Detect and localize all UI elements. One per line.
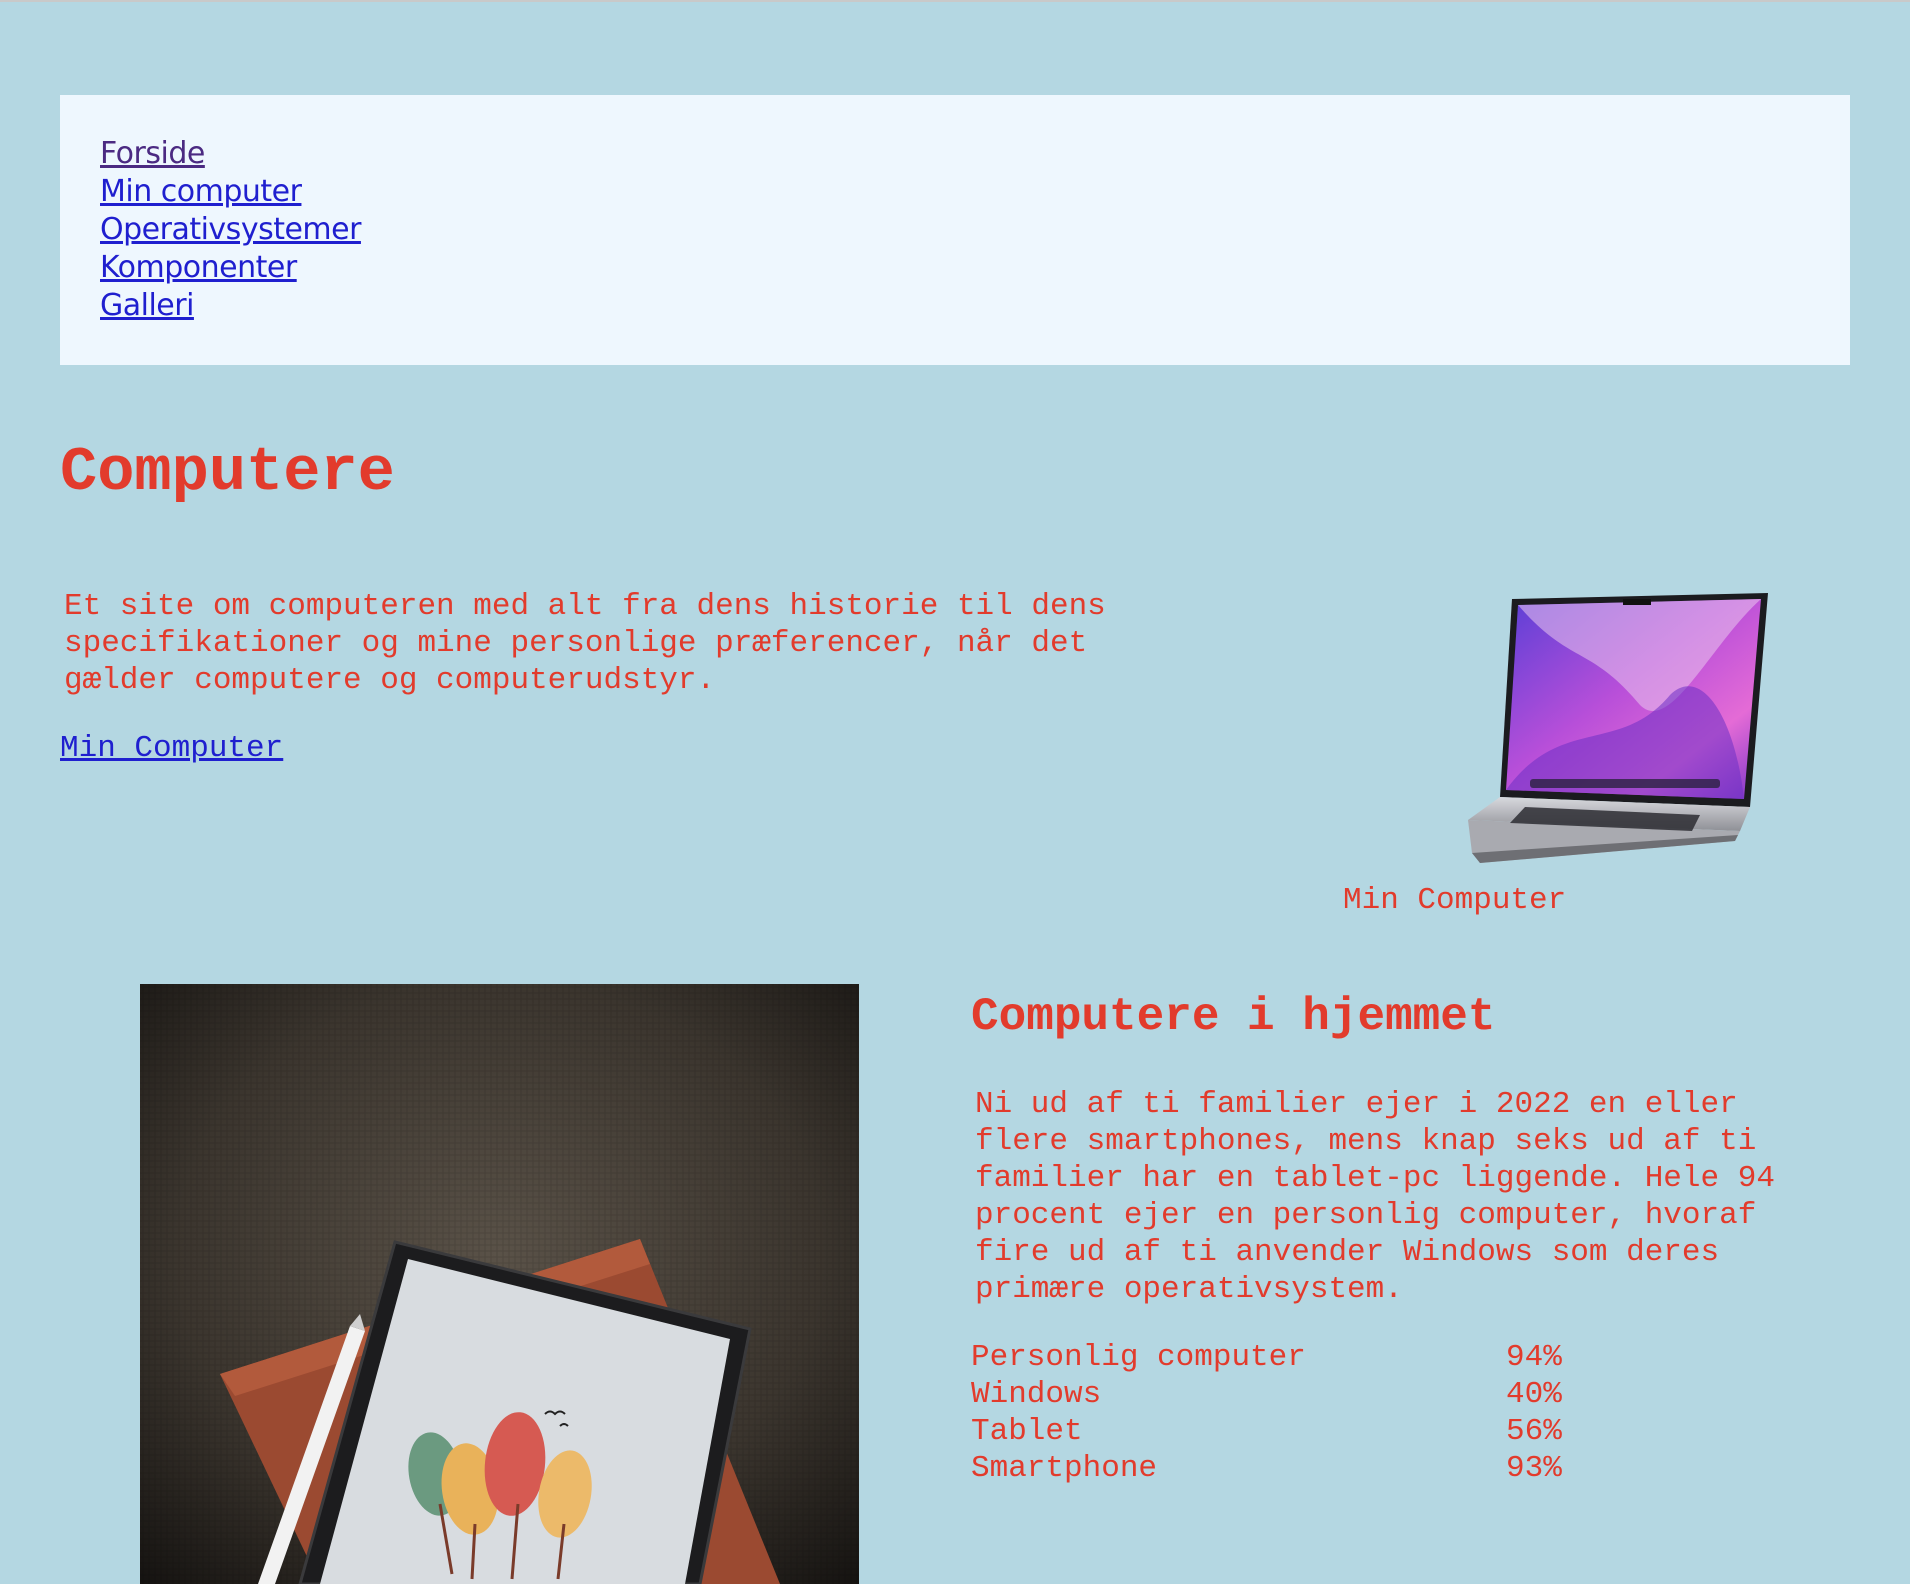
nav-item-min-computer: Min computer [100, 173, 1850, 211]
stat-value: 94% [1506, 1340, 1562, 1375]
section-paragraph: Ni ud af ti familier ejer i 2022 en elle… [975, 1087, 1775, 1307]
section-title: Computere i hjemmet [971, 991, 1496, 1043]
nav-link-min-computer[interactable]: Min computer [100, 174, 302, 209]
nav-list: Forside Min computer Operativsystemer Ko… [60, 95, 1850, 325]
stat-label: Tablet [971, 1414, 1083, 1449]
min-computer-link[interactable]: Min Computer [60, 730, 283, 767]
nav-link-operativsystemer[interactable]: Operativsystemer [100, 212, 361, 247]
stats-table: Personlig computer 94% Windows 40% Table… [971, 1339, 1586, 1487]
intro-paragraph: Et site om computeren med alt fra dens h… [64, 589, 1106, 698]
main-navigation: Forside Min computer Operativsystemer Ko… [60, 95, 1850, 365]
tablet-photo [140, 984, 859, 1584]
laptop-caption: Min Computer [1343, 883, 1567, 918]
tablet-image [140, 984, 859, 1584]
stat-label: Smartphone [971, 1451, 1158, 1486]
nav-item-galleri: Galleri [100, 287, 1850, 325]
stat-label: Personlig computer [971, 1340, 1306, 1375]
table-row: Smartphone 93% [971, 1450, 1586, 1487]
stat-value: 93% [1506, 1451, 1562, 1486]
table-row: Personlig computer 94% [971, 1339, 1586, 1376]
laptop-figure [1340, 585, 1790, 915]
nav-item-forside: Forside [100, 135, 1850, 173]
stat-value: 40% [1506, 1377, 1562, 1412]
nav-item-komponenter: Komponenter [100, 249, 1850, 287]
nav-link-komponenter[interactable]: Komponenter [100, 250, 297, 285]
nav-link-forside[interactable]: Forside [100, 136, 205, 171]
page-title: Computere [60, 437, 395, 508]
window-top-border [0, 0, 1910, 2]
stat-label: Windows [971, 1377, 1102, 1412]
nav-link-galleri[interactable]: Galleri [100, 288, 194, 323]
nav-item-operativsystemer: Operativsystemer [100, 211, 1850, 249]
laptop-image [1468, 593, 1768, 863]
table-row: Windows 40% [971, 1376, 1586, 1413]
table-row: Tablet 56% [971, 1413, 1586, 1450]
stat-value: 56% [1506, 1414, 1562, 1449]
